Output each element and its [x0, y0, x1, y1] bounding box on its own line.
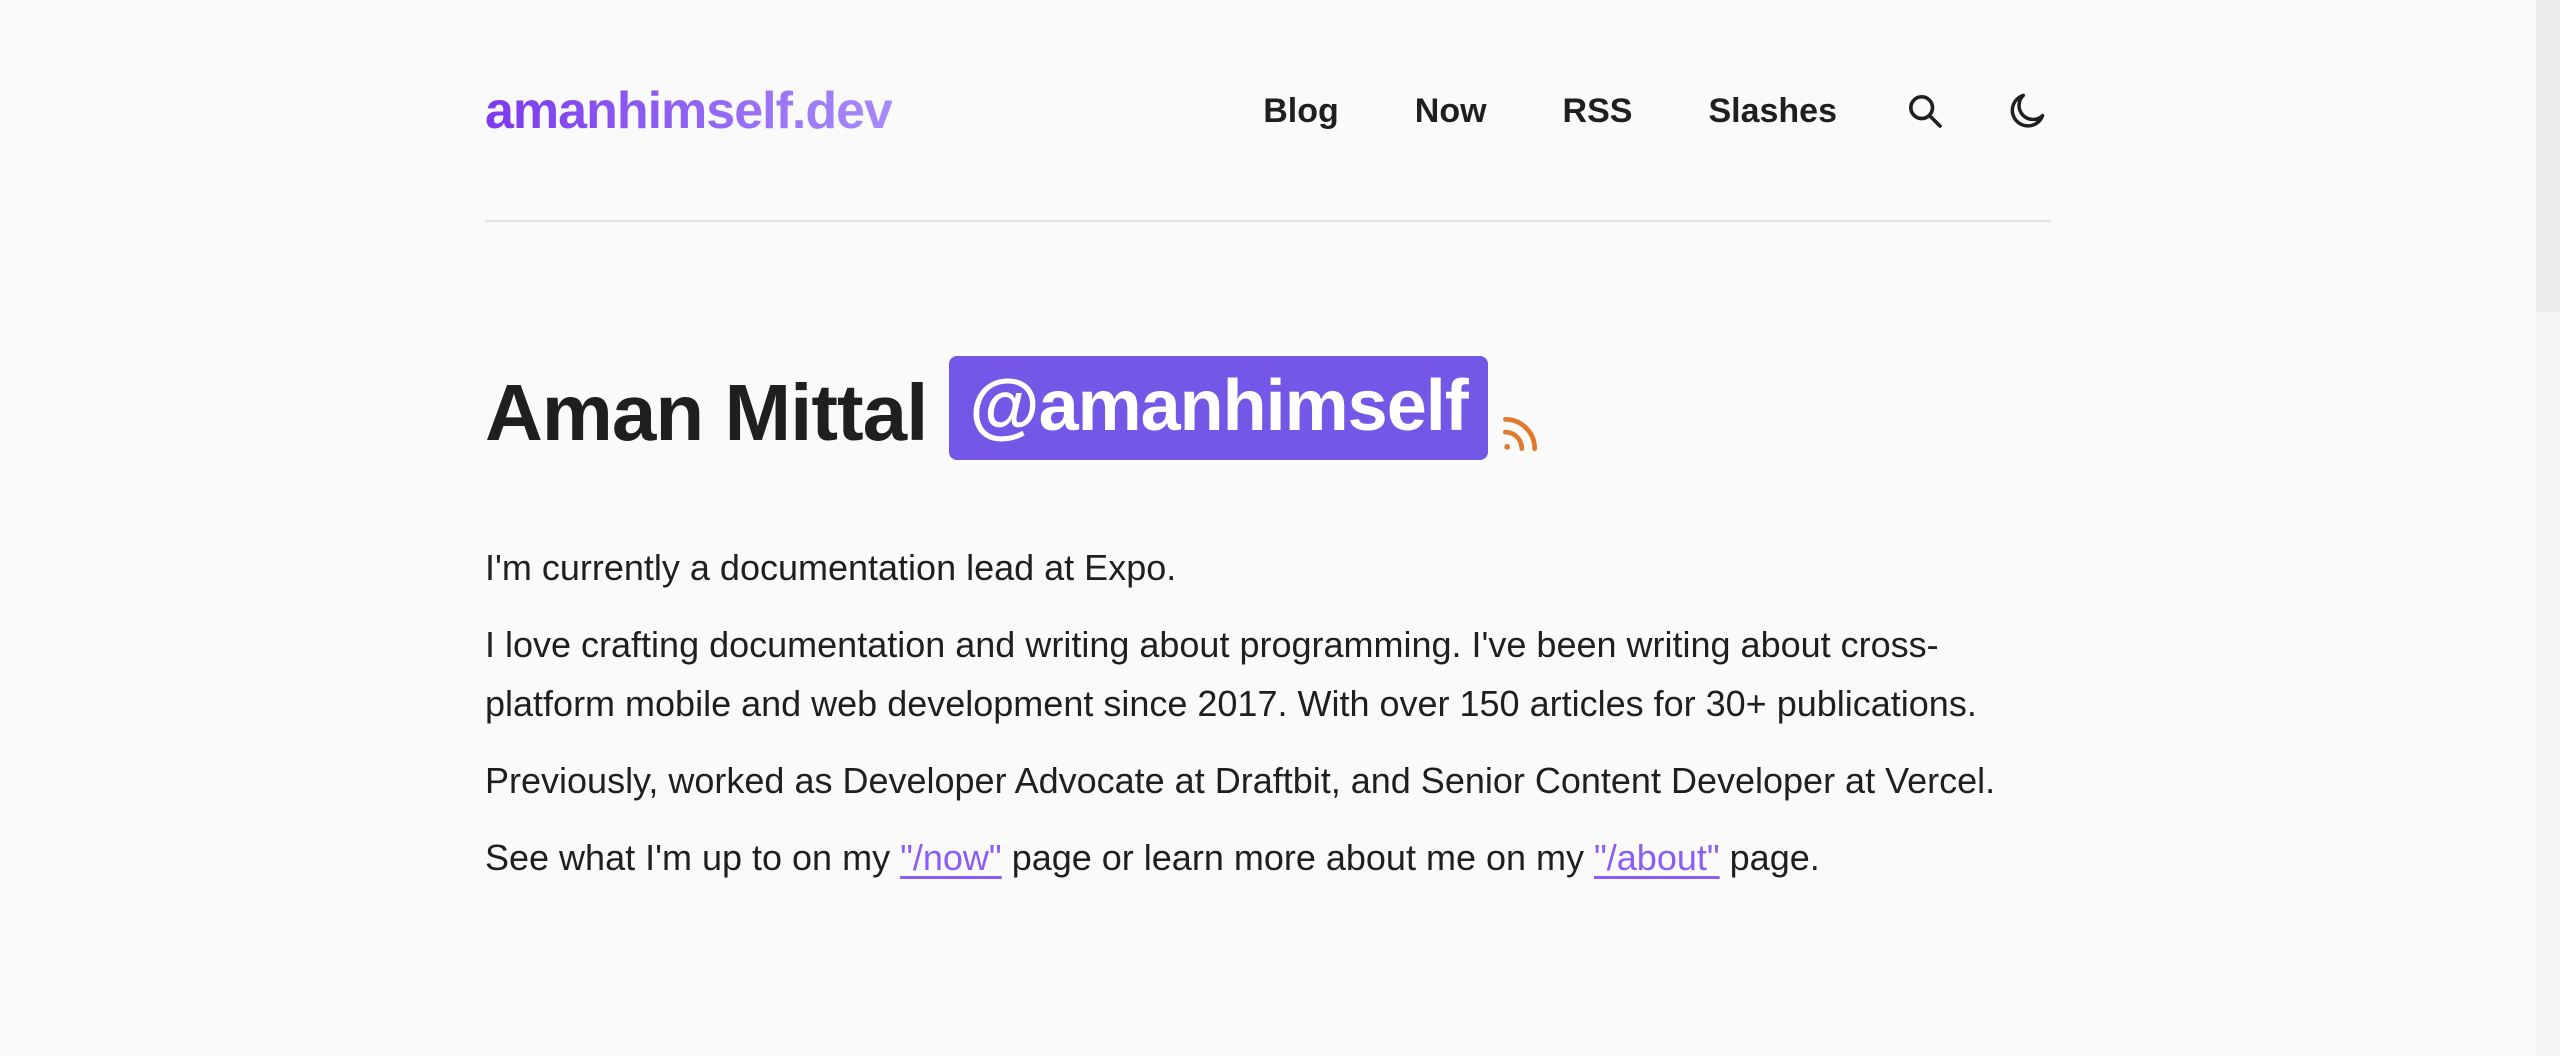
nav-item-blog[interactable]: Blog	[1263, 92, 1339, 131]
nav-item-now[interactable]: Now	[1415, 92, 1487, 131]
links-text-middle: page or learn more about me on my	[1001, 837, 1594, 878]
scrollbar-thumb[interactable]	[2536, 0, 2560, 312]
site-logo-link[interactable]: amanhimself.dev	[485, 80, 893, 142]
rss-feed-link[interactable]	[1498, 412, 1542, 456]
bio-paragraph-links: See what I'm up to on my "/now" page or …	[485, 828, 2005, 887]
site-header: amanhimself.dev Blog Now RSS Slashes	[485, 0, 2051, 222]
nav-item-slashes[interactable]: Slashes	[1708, 92, 1837, 131]
main-nav: Blog Now RSS Slashes	[1263, 80, 2051, 142]
bio-paragraph-previous: Previously, worked as Developer Advocate…	[485, 760, 1996, 801]
search-icon	[1909, 95, 1942, 128]
bio-paragraph-role: I'm currently a documentation lead at Ex…	[485, 547, 1177, 588]
search-button[interactable]	[1901, 87, 1949, 135]
handle-badge: @amanhimself	[949, 356, 1488, 460]
bio-section: I'm currently a documentation lead at Ex…	[485, 538, 2051, 887]
nav-item-rss[interactable]: RSS	[1563, 92, 1633, 131]
hero-heading: Aman Mittal @amanhimself	[485, 348, 2051, 460]
bio-paragraph-writing: I love crafting documentation and writin…	[485, 624, 1977, 724]
page: amanhimself.dev Blog Now RSS Slashes Ama…	[0, 0, 2560, 1056]
content-container: amanhimself.dev Blog Now RSS Slashes Ama…	[485, 0, 2051, 905]
links-text-after: page.	[1719, 837, 1820, 878]
now-page-link[interactable]: "/now"	[900, 837, 1002, 878]
rss-icon	[1502, 416, 1537, 452]
moon-icon	[2010, 93, 2045, 128]
scrollbar-track[interactable]	[2536, 0, 2560, 1056]
author-name: Aman Mittal	[485, 368, 928, 457]
theme-toggle-button[interactable]	[2003, 87, 2051, 135]
links-text-before: See what I'm up to on my	[485, 837, 901, 878]
about-page-link[interactable]: "/about"	[1594, 837, 1720, 878]
